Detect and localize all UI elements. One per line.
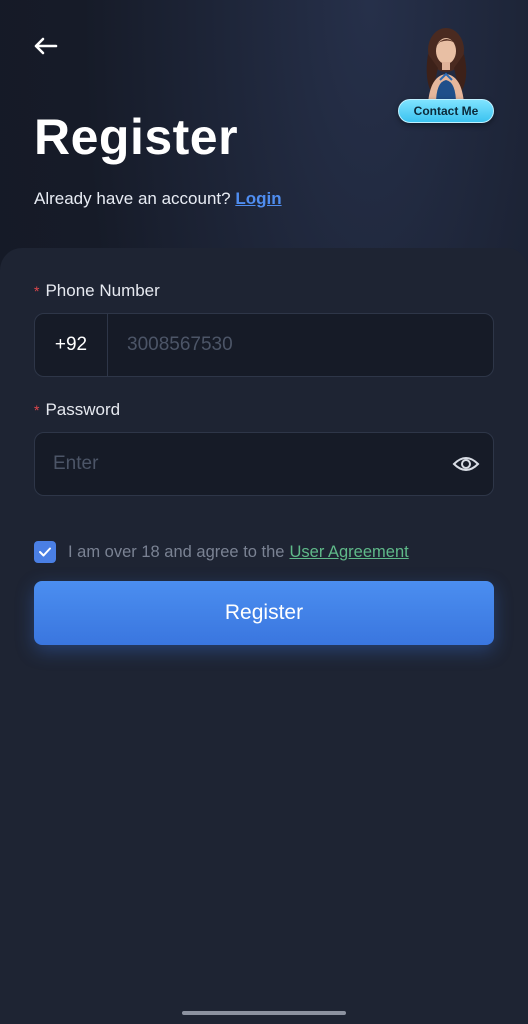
password-field — [34, 432, 494, 496]
country-code-selector[interactable]: +92 — [35, 314, 108, 376]
password-input[interactable] — [35, 433, 439, 495]
agree-checkbox[interactable] — [34, 541, 56, 563]
agreement-row: I am over 18 and agree to the User Agree… — [34, 541, 409, 563]
user-agreement-link[interactable]: User Agreement — [289, 543, 408, 562]
login-prompt: Already have an account? Login — [34, 189, 282, 209]
home-indicator — [182, 1011, 346, 1015]
register-screen: Contact Me Register Already have an acco… — [0, 0, 528, 1024]
back-button[interactable] — [32, 30, 68, 62]
phone-label-text: Phone Number — [45, 281, 160, 300]
phone-label: * Phone Number — [34, 281, 160, 301]
checkmark-icon — [39, 547, 51, 557]
password-label: * Password — [34, 400, 120, 420]
page-title: Register — [34, 109, 239, 165]
agree-text: I am over 18 and agree to the — [68, 542, 285, 561]
phone-field: +92 — [34, 313, 494, 377]
required-mark: * — [34, 283, 40, 299]
support-agent-avatar — [426, 28, 467, 104]
register-button[interactable]: Register — [34, 581, 494, 645]
login-link[interactable]: Login — [235, 189, 281, 208]
password-label-text: Password — [45, 400, 121, 419]
account-prompt-text: Already have an account? — [34, 189, 231, 208]
contact-widget[interactable]: Contact Me — [396, 24, 496, 124]
contact-me-button[interactable]: Contact Me — [398, 99, 494, 123]
password-visibility-toggle[interactable] — [439, 433, 493, 495]
required-mark: * — [34, 402, 40, 418]
arrow-left-icon — [34, 37, 58, 55]
phone-input[interactable] — [108, 314, 493, 376]
eye-icon — [452, 457, 480, 471]
